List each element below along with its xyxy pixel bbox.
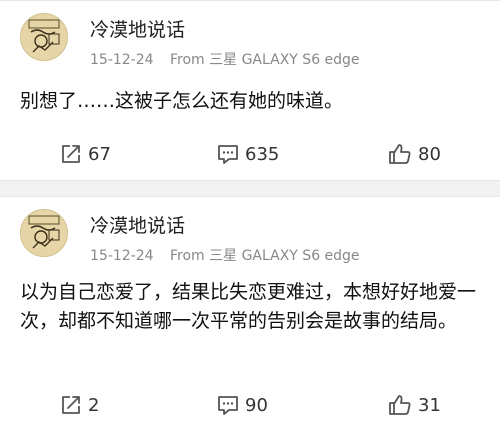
post-source: From 三星 GALAXY S6 edge — [170, 248, 360, 264]
comment-count: 635 — [245, 143, 280, 165]
avatar[interactable] — [20, 209, 68, 257]
comment-count: 90 — [245, 394, 268, 416]
comment-button[interactable]: 635 — [217, 139, 279, 169]
repost-button[interactable]: 2 — [60, 390, 99, 420]
like-button[interactable]: 80 — [388, 139, 441, 169]
avatar[interactable] — [20, 13, 68, 61]
comment-icon — [217, 143, 239, 165]
like-count: 80 — [418, 143, 441, 165]
like-button[interactable]: 31 — [388, 390, 441, 420]
post-card[interactable]: 冷漠地说话 15-12-24 From 三星 GALAXY S6 edge 别想… — [0, 0, 500, 181]
post-date: 15-12-24 — [90, 52, 154, 68]
repost-count: 2 — [88, 394, 100, 416]
weibo-feed: 冷漠地说话 15-12-24 From 三星 GALAXY S6 edge 别想… — [0, 0, 500, 441]
post-text: 以为自己恋爱了，结果比失恋更难过，本想好好地爱一次，却都不知道哪一次平常的告别会… — [20, 281, 477, 332]
like-count: 31 — [418, 394, 441, 416]
repost-icon — [60, 143, 82, 165]
comment-button[interactable]: 90 — [217, 390, 268, 420]
repost-icon — [60, 394, 82, 416]
post-source: From 三星 GALAXY S6 edge — [170, 52, 360, 68]
post-date: 15-12-24 — [90, 248, 154, 264]
comment-icon — [217, 394, 239, 416]
action-bar: 2 90 31 — [0, 390, 500, 420]
action-bar: 67 635 80 — [0, 139, 500, 169]
post-card[interactable]: 冷漠地说话 15-12-24 From 三星 GALAXY S6 edge 以为… — [0, 196, 500, 441]
thumbs-up-icon — [388, 143, 412, 165]
thumbs-up-icon — [388, 394, 412, 416]
username[interactable]: 冷漠地说话 — [90, 15, 185, 42]
repost-count: 67 — [88, 143, 111, 165]
post-text: 别想了……这被子怎么还有她的味道。 — [20, 90, 344, 112]
post-meta: 15-12-24 From 三星 GALAXY S6 edge — [90, 245, 360, 265]
username[interactable]: 冷漠地说话 — [90, 211, 185, 238]
repost-button[interactable]: 67 — [60, 139, 111, 169]
post-meta: 15-12-24 From 三星 GALAXY S6 edge — [90, 49, 360, 69]
